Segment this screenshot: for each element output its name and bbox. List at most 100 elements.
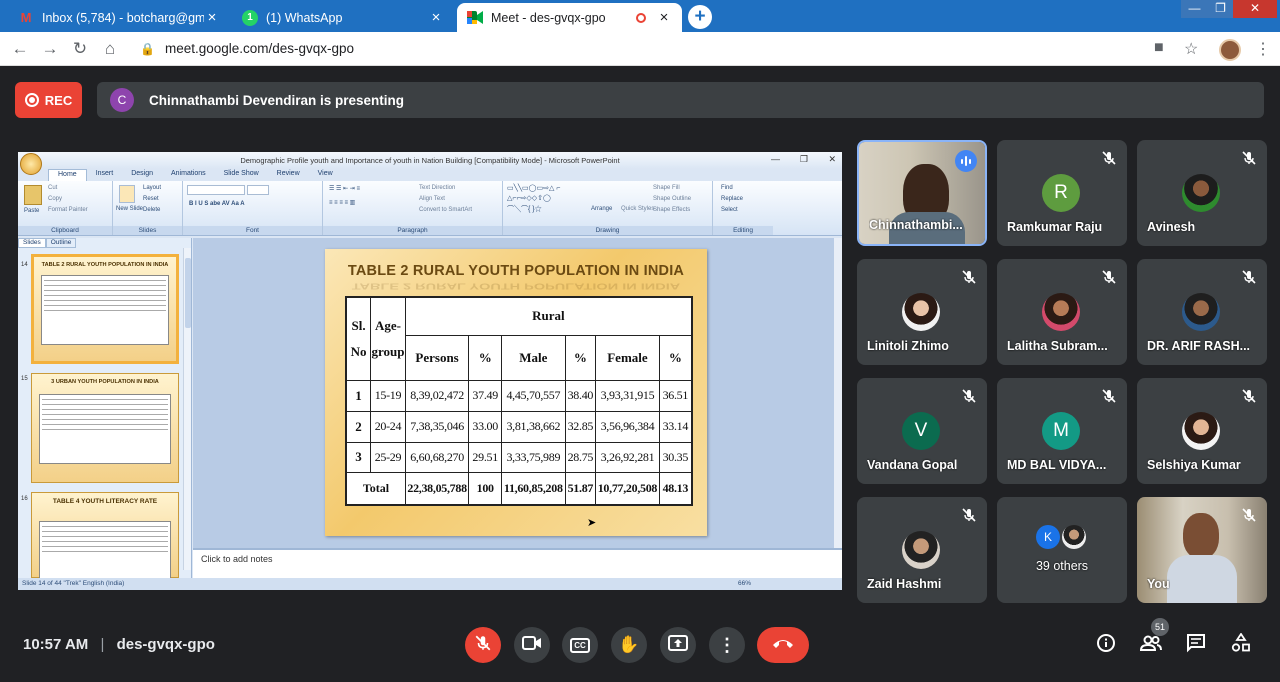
slides-panel-scrollbar <box>183 248 191 570</box>
ppt-tab-design: Design <box>131 170 153 177</box>
table-cell: 3,81,38,662 <box>501 410 566 443</box>
profile-avatar[interactable] <box>1219 39 1241 61</box>
table-cell: 10,77,20,508 <box>595 472 660 506</box>
camera-button[interactable] <box>514 627 550 663</box>
more-vert-icon: ⋮ <box>718 634 736 655</box>
raise-hand-icon: ✋ <box>618 635 640 654</box>
activities-icon <box>1231 631 1251 658</box>
participant-tile-linitoli[interactable]: Linitoli Zhimo <box>857 259 987 365</box>
align-text-label: Align Text <box>419 196 445 202</box>
close-icon[interactable]: × <box>204 9 220 26</box>
participant-tile-you[interactable]: You <box>1137 497 1267 603</box>
captions-button[interactable]: CC <box>562 627 598 663</box>
forward-icon[interactable]: → <box>40 39 60 59</box>
raise-hand-button[interactable]: ✋ <box>611 627 647 663</box>
record-icon <box>24 93 39 107</box>
close-icon[interactable]: × <box>428 9 444 26</box>
meet-icon <box>467 10 483 26</box>
tab-gmail[interactable]: M Inbox (5,784) - botcharg@gmail.c × <box>8 3 230 32</box>
back-icon[interactable]: ← <box>10 39 30 59</box>
ppt-status-text: Slide 14 of 44 "Trek" English (India) <box>22 580 125 587</box>
header-rural: Rural <box>404 296 693 336</box>
convert-smartart-label: Convert to SmartArt <box>419 207 473 213</box>
table-cell: 33.14 <box>658 410 693 443</box>
table-cell: 7,38,35,046 <box>404 410 470 443</box>
rural-youth-table: Sl. No Age-group Rural Persons % Male % F… <box>345 296 693 506</box>
ribbon-group-slides: New Slide Layout Reset Delete Slides <box>113 181 183 235</box>
recording-indicator[interactable]: REC <box>15 82 82 118</box>
paragraph-list-icons: ☰ ☰ ⇤ ⇥ ≡ <box>329 186 360 192</box>
meeting-details-button[interactable] <box>1093 632 1119 658</box>
meeting-code: des-gvqx-gpo <box>116 636 215 653</box>
participant-name: Linitoli Zhimo <box>867 339 949 353</box>
minimize-button[interactable]: — <box>1181 0 1208 18</box>
participant-tile-vandana[interactable]: V Vandana Gopal <box>857 378 987 484</box>
url-field[interactable]: 🔒 meet.google.com/des-gvqx-gpo <box>140 38 354 60</box>
microphone-button[interactable] <box>465 627 501 663</box>
tab-title: Meet - des-gvqx-gpo <box>491 10 606 25</box>
rec-label: REC <box>44 92 73 108</box>
participant-tile-chinnathambi[interactable]: Chinnathambi... <box>857 140 987 246</box>
ppt-tab-home: Home <box>48 169 87 181</box>
table-total-row: Total 22,38,05,788 100 11,60,85,208 51.8… <box>345 472 693 506</box>
table-cell: 30.35 <box>658 441 693 474</box>
mic-off-icon <box>1101 388 1117 404</box>
slide-canvas-scrollbar <box>834 238 842 548</box>
ppt-tab-review: Review <box>276 170 300 177</box>
new-tab-button[interactable]: + <box>688 5 712 29</box>
outline-tab: Outline <box>45 238 77 248</box>
participant-tile-lalitha[interactable]: Lalitha Subram... <box>997 259 1127 365</box>
bookmark-star-icon[interactable]: ☆ <box>1184 39 1198 59</box>
arrange-label: Arrange <box>591 206 613 212</box>
presenting-text: Chinnathambi Devendiran is presenting <box>149 92 405 108</box>
ppt-ribbon-tabs: Home Insert Design Animations Slide Show… <box>18 169 842 181</box>
participant-tile-zaid[interactable]: Zaid Hashmi <box>857 497 987 603</box>
browser-menu-icon[interactable]: ⋮ <box>1255 39 1271 59</box>
participant-avatar-photo <box>1182 412 1220 450</box>
ppt-restore-icon: ❐ <box>799 154 808 164</box>
participant-tile-arif[interactable]: DR. ARIF RASH... <box>1137 259 1267 365</box>
close-window-button[interactable]: ✕ <box>1233 0 1277 18</box>
replace-label: Replace <box>721 196 744 202</box>
tab-meet[interactable]: Meet - des-gvqx-gpo × <box>457 3 682 32</box>
self-video-face <box>1183 513 1219 559</box>
people-icon <box>1139 634 1162 657</box>
tab-title: (1) WhatsApp <box>266 10 343 25</box>
header-persons-pct: % <box>468 334 503 381</box>
participant-tile-selshiya[interactable]: Selshiya Kumar <box>1137 378 1267 484</box>
tab-title: Inbox (5,784) - botcharg@gmail.c <box>42 10 204 25</box>
table-cell: 3 <box>345 441 372 474</box>
participant-tile-others[interactable]: K 39 others <box>997 497 1127 603</box>
participant-tile-md-bal[interactable]: M MD BAL VIDYA... <box>997 378 1127 484</box>
header-female: Female <box>595 334 660 381</box>
home-icon[interactable]: ⌂ <box>100 39 120 59</box>
ribbon-group-font: B I U S abe AV Aa A Font <box>183 181 323 235</box>
participant-name: Ramkumar Raju <box>1007 220 1103 234</box>
header-male: Male <box>501 334 566 381</box>
shape-effects-label: Shape Effects <box>653 207 691 213</box>
close-icon[interactable]: × <box>656 9 672 26</box>
notes-placeholder: Click to add notes <box>201 554 273 564</box>
table-cell: 100 <box>468 472 503 506</box>
participant-count-badge: 51 <box>1151 618 1169 636</box>
thumbnail-title: TABLE 2 RURAL YOUTH POPULATION IN INDIA <box>41 262 169 268</box>
chat-button[interactable] <box>1183 632 1209 658</box>
gmail-icon: M <box>20 10 32 25</box>
present-now-button[interactable] <box>660 627 696 663</box>
browser-tab-bar: M Inbox (5,784) - botcharg@gmail.c × 1 (… <box>0 0 1280 32</box>
ppt-title-bar: Demographic Profile youth and Importance… <box>18 152 842 175</box>
leave-call-button[interactable] <box>757 627 809 663</box>
separator: | <box>100 636 105 653</box>
others-avatar: K <box>1036 525 1060 549</box>
camera-in-use-icon[interactable]: ■ <box>1154 39 1164 57</box>
maximize-button[interactable]: ❐ <box>1208 0 1233 18</box>
mic-off-icon <box>1241 269 1257 285</box>
participant-tile-avinesh[interactable]: Avinesh <box>1137 140 1267 246</box>
tab-whatsapp[interactable]: 1 (1) WhatsApp × <box>232 3 454 32</box>
more-options-button[interactable]: ⋮ <box>709 627 745 663</box>
ppt-zoom-level: 66% <box>738 580 752 587</box>
activities-button[interactable] <box>1228 631 1254 658</box>
reload-icon[interactable]: ↻ <box>70 39 90 59</box>
participant-tile-ramkumar[interactable]: R Ramkumar Raju <box>997 140 1127 246</box>
table-cell: 28.75 <box>564 441 597 474</box>
